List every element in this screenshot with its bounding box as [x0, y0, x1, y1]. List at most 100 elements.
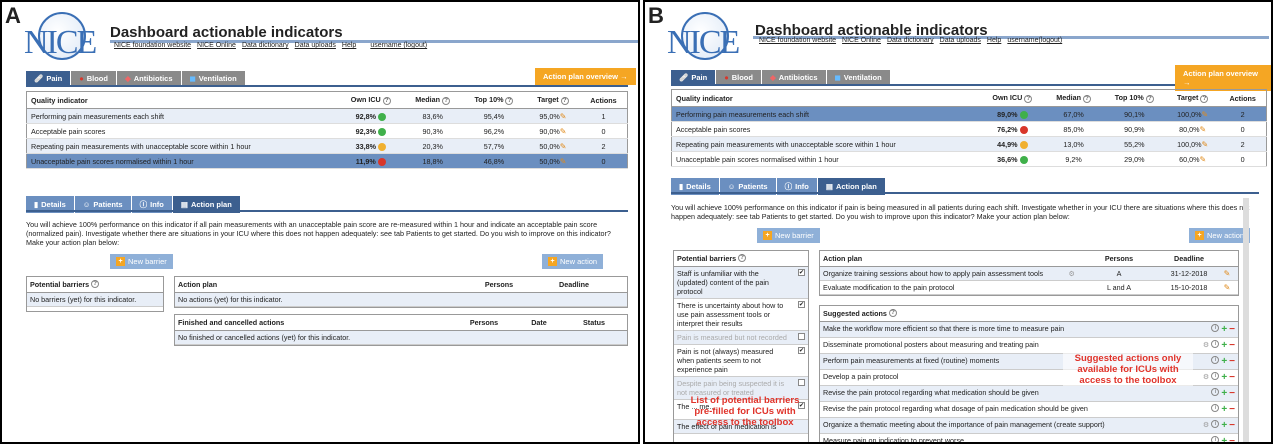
- wrench-icon: ⚙: [1068, 269, 1075, 278]
- pencil-icon: ✎: [1201, 109, 1209, 119]
- link-nice-online[interactable]: NICE Online: [842, 37, 881, 44]
- pencil-icon: ✎: [559, 126, 567, 136]
- patients-icon: ☺: [727, 182, 736, 191]
- pencil-icon: ✎: [1201, 139, 1209, 149]
- suggested-action[interactable]: Organize a thematic meeting about the im…: [820, 418, 1238, 434]
- suggested-action[interactable]: Make the workflow more efficient so that…: [820, 322, 1238, 338]
- status-green-icon: [1019, 155, 1028, 164]
- tab-pain[interactable]: 🩹 Pain: [671, 70, 716, 85]
- pencil-icon: ✎: [1199, 124, 1207, 134]
- info-icon: ⓘ: [784, 182, 793, 191]
- link-foundation[interactable]: NICE foundation website: [114, 42, 191, 49]
- barrier-item[interactable]: Pain is not (always) measured when patie…: [674, 345, 808, 377]
- remove-icon: −: [1229, 420, 1235, 431]
- remove-icon: −: [1229, 324, 1235, 335]
- link-help[interactable]: Help: [342, 42, 356, 49]
- add-icon: +: [1221, 356, 1228, 367]
- page-title: Dashboard actionable indicators: [110, 24, 343, 41]
- info-icon: i: [1211, 436, 1220, 442]
- pencil-icon: ✎: [1199, 154, 1207, 164]
- link-nice-online[interactable]: NICE Online: [197, 42, 236, 49]
- scrollbar[interactable]: [1243, 198, 1249, 442]
- table-row[interactable]: Repeating pain measurements with unaccep…: [671, 136, 1267, 153]
- patients-icon: ☺: [82, 200, 91, 209]
- link-data-dictionary[interactable]: Data dictionary: [242, 42, 289, 49]
- link-data-uploads[interactable]: Data uploads: [940, 37, 981, 44]
- pain-icon: 🩹: [679, 73, 689, 82]
- tab-antibiotics[interactable]: ◆ Antibiotics: [761, 70, 826, 85]
- help-icon: ?: [1083, 95, 1091, 103]
- lungs-icon: ◼: [189, 74, 196, 83]
- tab-ventilation[interactable]: ◼ Ventilation: [826, 70, 890, 85]
- link-username[interactable]: username (logout): [370, 42, 427, 49]
- help-icon: ?: [1200, 95, 1209, 103]
- suggested-action[interactable]: Disseminate promotional posters about me…: [820, 338, 1238, 354]
- barrier-item[interactable]: Staff is unfamiliar with the (updated) c…: [674, 267, 808, 299]
- barrier-item[interactable]: Pain is measured but not recorded: [674, 331, 808, 345]
- action-row[interactable]: Organize training sessions about how to …: [820, 267, 1238, 281]
- action-plan-overview-button[interactable]: Action plan overview →: [1175, 65, 1271, 91]
- status-red-icon: [377, 157, 386, 166]
- barrier-item[interactable]: There is uncertainty about how to use pa…: [674, 299, 808, 331]
- plus-icon: +: [1195, 231, 1204, 240]
- tab-blood[interactable]: ● Blood: [71, 71, 116, 86]
- status-green-icon: [377, 127, 386, 136]
- add-icon: +: [1221, 436, 1228, 444]
- action-row[interactable]: Evaluate modification to the pain protoc…: [820, 281, 1238, 295]
- barrier-checkbox[interactable]: ✔: [798, 347, 805, 354]
- table-row[interactable]: Unacceptable pain scores normalised with…: [671, 151, 1267, 168]
- link-foundation[interactable]: NICE foundation website: [759, 37, 836, 44]
- wrench-icon: ⚙: [1202, 372, 1210, 381]
- plus-icon: +: [763, 231, 772, 240]
- new-barrier-button[interactable]: + New barrier: [110, 254, 173, 269]
- lungs-icon: ◼: [834, 73, 841, 82]
- table-row[interactable]: Acceptable pain scores 92,3% 90,3% 96,2% 90,…: [26, 123, 628, 140]
- link-data-uploads[interactable]: Data uploads: [295, 42, 336, 49]
- new-barrier-button[interactable]: + New barrier: [757, 228, 820, 243]
- table-row[interactable]: Performing pain measurements each shift 9…: [26, 108, 628, 125]
- subtab-underline: [26, 210, 628, 212]
- barrier-checkbox[interactable]: ✔: [798, 269, 805, 276]
- action-plan-box: Action plan Persons Deadline Organize trai…: [819, 250, 1239, 296]
- suggested-action[interactable]: Revise the pain protocol regarding what …: [820, 386, 1238, 402]
- table-row[interactable]: Repeating pain measurements with unaccep…: [26, 138, 628, 155]
- table-row-selected[interactable]: Unacceptable pain scores normalised with…: [26, 153, 628, 170]
- pencil-icon: ✎: [559, 141, 567, 151]
- new-action-button[interactable]: + New action: [1189, 228, 1251, 243]
- nice-logo: NICE: [24, 12, 104, 62]
- info-icon: i: [1211, 324, 1220, 332]
- suggested-action[interactable]: Revise the pain protocol regarding what …: [820, 402, 1238, 418]
- new-action-button[interactable]: + New action: [542, 254, 604, 269]
- info-icon: i: [1211, 420, 1220, 428]
- chart-icon: ▮: [34, 200, 39, 209]
- table-header: Quality indicator Own ICU? Median? Top 10%?…: [671, 89, 1267, 107]
- barrier-checkbox[interactable]: [798, 333, 805, 340]
- barrier-checkbox[interactable]: ✔: [798, 301, 805, 308]
- pencil-icon: ✎: [559, 156, 567, 166]
- tab-pain[interactable]: 🩹 Pain: [26, 71, 71, 86]
- remove-icon: −: [1229, 388, 1235, 399]
- indicator-tabs: 🩹 Pain ● Blood ◆ Antibiotics ◼ Ventilation: [671, 70, 891, 85]
- header-links: NICE foundation website NICE Online Data d…: [759, 37, 1068, 44]
- link-username[interactable]: username(logout): [1007, 37, 1062, 44]
- link-help[interactable]: Help: [987, 37, 1001, 44]
- indicator-table: Quality indicator Own ICU? Median? Top 10%?…: [26, 91, 628, 170]
- table-row-selected[interactable]: Performing pain measurements each shift 8…: [671, 106, 1267, 123]
- barrier-checkbox[interactable]: [798, 379, 805, 386]
- annotation-barriers: List of potential barriers pre-filled fo…: [690, 395, 800, 428]
- status-orange-icon: [1019, 140, 1028, 149]
- add-icon: +: [1221, 420, 1228, 431]
- help-icon: ?: [91, 280, 100, 288]
- link-data-dictionary[interactable]: Data dictionary: [887, 37, 934, 44]
- tab-blood[interactable]: ● Blood: [716, 70, 761, 85]
- tab-ventilation[interactable]: ◼ Ventilation: [181, 71, 245, 86]
- info-icon: i: [1211, 356, 1220, 364]
- table-row[interactable]: Acceptable pain scores 76,2% 85,0% 90,9% 80,…: [671, 121, 1267, 138]
- suggested-action[interactable]: Measure pain on indication to prevent wo…: [820, 434, 1238, 444]
- action-plan-description: You will achieve 100% performance on thi…: [671, 203, 1250, 221]
- tab-antibiotics[interactable]: ◆ Antibiotics: [116, 71, 181, 86]
- notepad-icon: ▤: [825, 182, 833, 191]
- action-plan-overview-button[interactable]: Action plan overview →: [535, 68, 636, 85]
- remove-icon: −: [1229, 372, 1235, 383]
- table-header: Quality indicator Own ICU? Median? Top 10%?…: [26, 91, 628, 109]
